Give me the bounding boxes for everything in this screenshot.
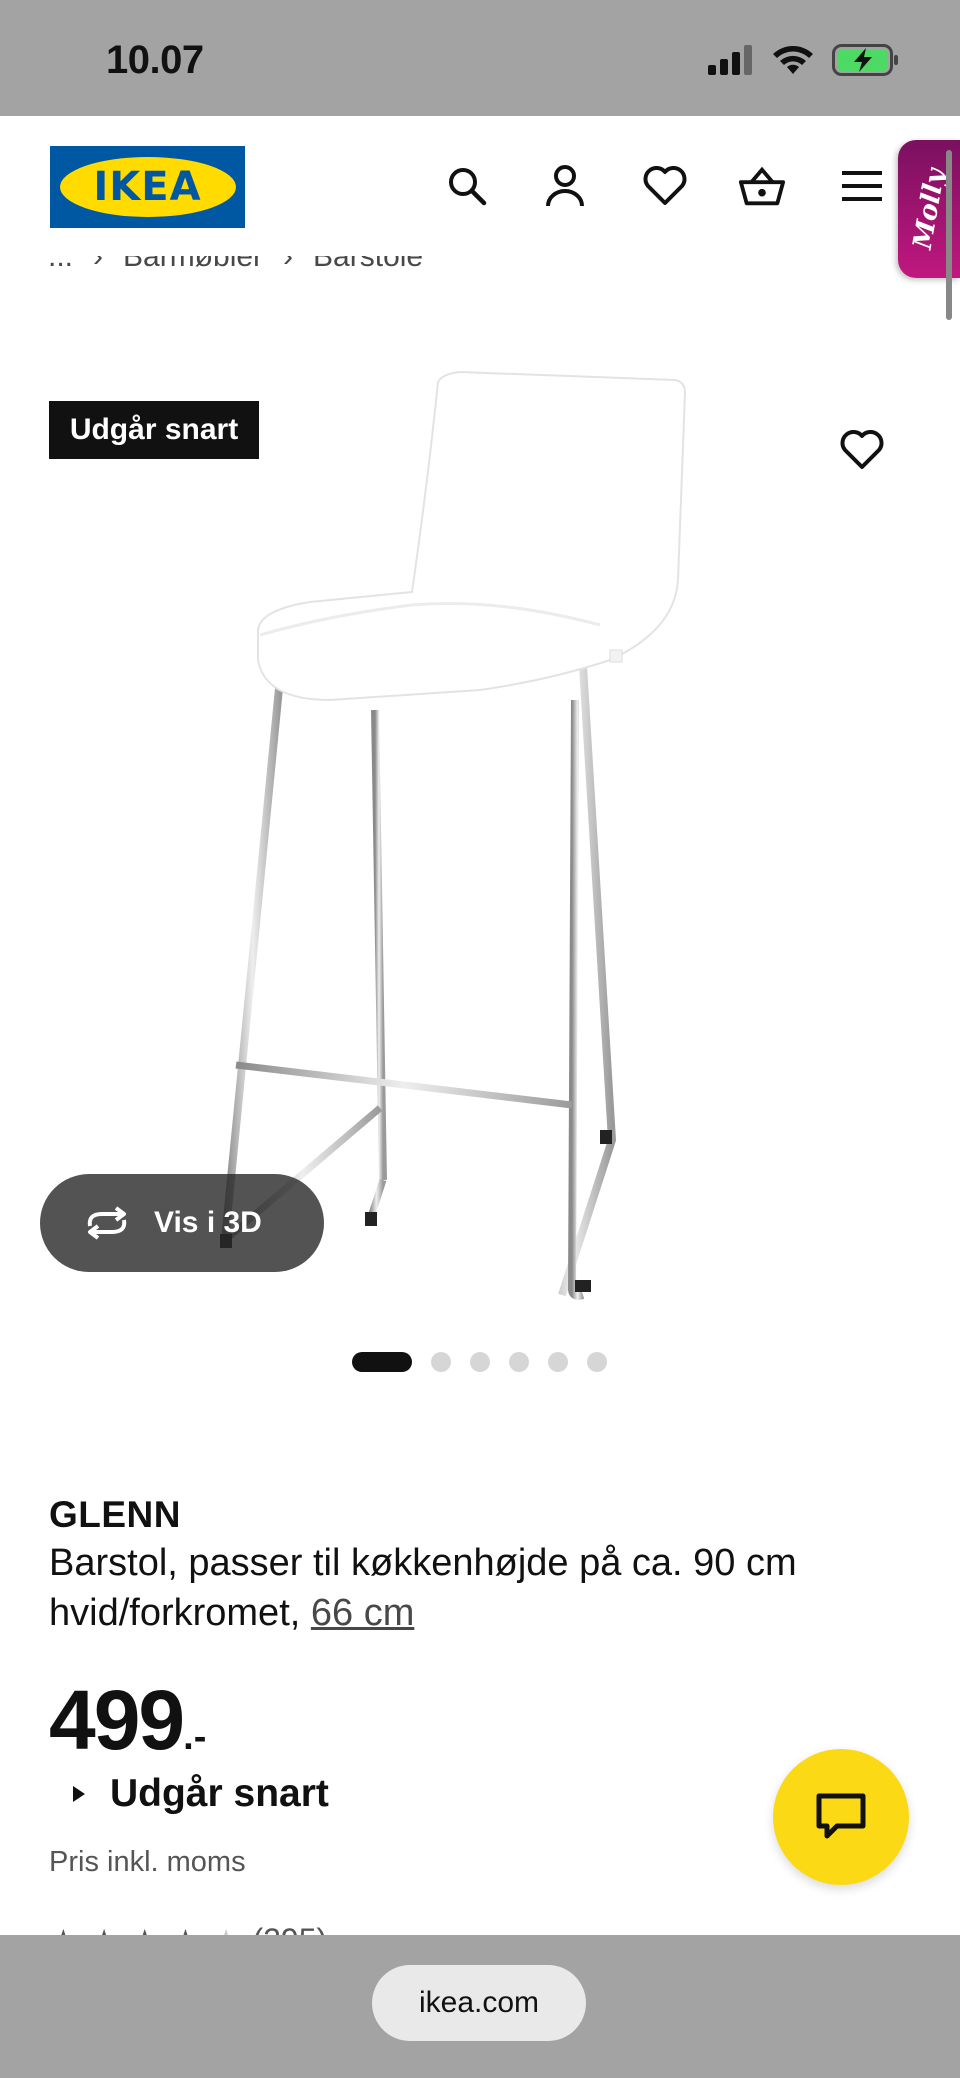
gallery-dot[interactable] [587,1352,607,1372]
view-in-3d-button[interactable]: Vis i 3D [40,1174,324,1272]
battery-charging-icon [832,44,898,76]
product-variant-line: hvid/forkromet, 66 cm [49,1588,909,1638]
logo-text: IKEA [93,164,202,210]
heart-icon [840,430,884,469]
breadcrumb-item[interactable]: ... [48,256,73,274]
gallery-dot[interactable] [548,1352,568,1372]
browser-bottom-bar: ikea.com [0,1935,960,2078]
gallery-dot[interactable] [470,1352,490,1372]
vat-note: Pris inkl. moms [49,1846,246,1878]
ikea-logo[interactable]: IKEA [50,146,245,228]
breadcrumb-separator: › [283,256,294,273]
molly-label: Molly [907,166,951,252]
product-price: 499 .- [49,1672,206,1769]
price-suffix: .- [183,1716,207,1758]
gallery-dot[interactable] [352,1352,412,1372]
heart-icon[interactable] [641,162,689,210]
scroll-indicator [946,150,952,320]
breadcrumb-item[interactable]: Barstole [313,256,423,274]
gallery-dot[interactable] [509,1352,529,1372]
availability-toggle[interactable]: Udgår snart [72,1772,329,1816]
product-type: Barstol, passer til køkkenhøjde på ca. 9… [49,1542,797,1584]
product-size-link[interactable]: 66 cm [311,1592,414,1634]
chat-bubble-icon [816,1793,866,1839]
add-to-favourites-button[interactable] [836,424,888,476]
price-value: 499 [49,1673,185,1767]
product-variant: hvid/forkromet, [49,1592,301,1634]
search-icon[interactable] [443,162,491,210]
logo-oval: IKEA [59,157,236,217]
basket-icon[interactable] [738,162,786,210]
availability-label: Udgår snart [110,1772,329,1815]
rotate-3d-icon [87,1206,127,1240]
product-name: GLENN [49,1494,181,1535]
caret-right-icon [73,1786,85,1802]
user-icon[interactable] [541,162,589,210]
menu-icon[interactable] [838,162,886,210]
url-bar[interactable]: ikea.com [372,1965,586,2041]
view-in-3d-label: Vis i 3D [154,1206,262,1239]
site-header: IKEA Molly [0,116,960,278]
wifi-icon [773,46,813,74]
signal-icon [708,45,752,75]
breadcrumb: ... › Barmøbler › Barstole [48,256,648,284]
product-description: Barstol, passer til køkkenhøjde på ca. 9… [49,1538,909,1638]
gallery-dot[interactable] [431,1352,451,1372]
gallery-pagination [352,1352,607,1372]
status-icons [708,44,900,76]
status-bar: 10.07 [0,0,960,116]
breadcrumb-item[interactable]: Barmøbler [123,256,263,274]
chat-button[interactable] [773,1749,909,1885]
status-time: 10.07 [106,38,204,82]
breadcrumb-separator: › [93,256,104,273]
